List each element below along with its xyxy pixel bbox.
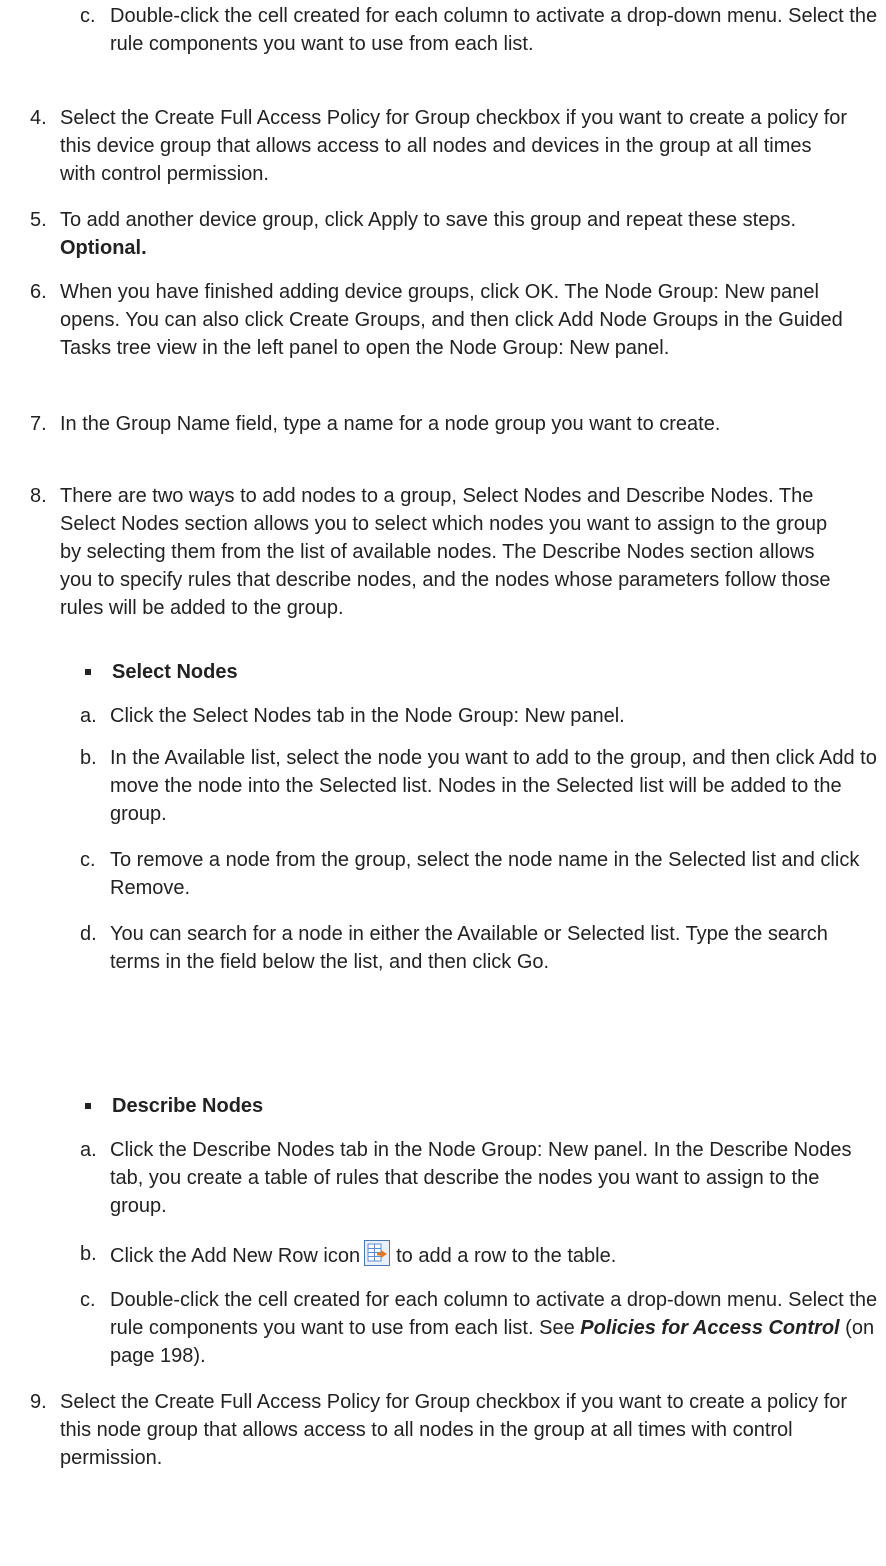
step-9-node-group-policy: 9. Select the Create Full Access Policy … xyxy=(30,1388,850,1472)
list-marker: 4. xyxy=(30,107,47,129)
bullet-square xyxy=(85,1103,91,1109)
step-8-add-nodes-ways: 8. There are two ways to add nodes to a … xyxy=(30,482,850,622)
list-marker: 8. xyxy=(30,485,47,507)
describe-step-b: b. Click the Add New Row icon to add a r… xyxy=(80,1240,880,1270)
list-marker: 9. xyxy=(30,1391,47,1413)
step-text: When you have finished adding device gro… xyxy=(60,281,843,359)
list-marker: 5. xyxy=(30,209,47,231)
step-text: Select the Create Full Access Policy for… xyxy=(60,107,848,185)
step-text: Select the Create Full Access Policy for… xyxy=(60,1391,848,1469)
step-text: To add another device group, click Apply… xyxy=(30,206,850,262)
list-marker: 7. xyxy=(30,413,47,435)
bullet-select-nodes: Select Nodes xyxy=(84,658,844,686)
list-marker: a. xyxy=(80,705,97,727)
step-text: Click the Select Nodes tab in the Node G… xyxy=(110,705,625,727)
list-marker: c. xyxy=(80,1289,96,1311)
list-marker: c. xyxy=(80,849,96,871)
step-text: To remove a node from the group, select … xyxy=(110,849,860,899)
bullet-describe-nodes: Describe Nodes xyxy=(84,1092,844,1120)
step-text-before-icon: Click the Add New Row icon xyxy=(110,1245,361,1267)
step-text: Click the Add New Row icon to add a row … xyxy=(80,1240,880,1270)
step-c-select-components: c. Double-click the cell created for eac… xyxy=(80,2,880,58)
step-text-after-icon: to add a row to the table. xyxy=(396,1245,617,1267)
step-4-full-access-policy: 4. Select the Create Full Access Policy … xyxy=(30,104,850,188)
select-step-a: a. Click the Select Nodes tab in the Nod… xyxy=(80,702,880,730)
step-6-finished-adding: 6. When you have finished adding device … xyxy=(30,278,850,362)
list-marker: d. xyxy=(80,923,97,945)
step-text: Double-click the cell created for each c… xyxy=(80,1286,880,1370)
select-step-c: c. To remove a node from the group, sele… xyxy=(80,846,880,902)
add-new-row-icon xyxy=(364,1240,391,1266)
describe-step-c: c. Double-click the cell created for eac… xyxy=(80,1286,880,1370)
list-marker: 6. xyxy=(30,281,47,303)
select-step-d: d. You can search for a node in either t… xyxy=(80,920,880,976)
step-text: There are two ways to add nodes to a gro… xyxy=(60,485,831,619)
list-marker: a. xyxy=(80,1139,97,1161)
step-text-body: To add another device group, click Apply… xyxy=(60,209,797,231)
step-text: In the Available list, select the node y… xyxy=(110,747,877,825)
list-marker: c. xyxy=(80,5,96,27)
bullet-heading: Describe Nodes xyxy=(112,1095,264,1117)
step-7-group-name: 7. In the Group Name field, type a name … xyxy=(30,410,850,438)
bullet-heading: Select Nodes xyxy=(112,661,238,683)
step-text: Click the Describe Nodes tab in the Node… xyxy=(110,1139,852,1217)
step-text: You can search for a node in either the … xyxy=(110,923,828,973)
step-5-add-another-group: 5. To add another device group, click Ap… xyxy=(30,206,850,262)
step-text: In the Group Name field, type a name for… xyxy=(60,413,721,435)
list-marker: b. xyxy=(80,747,97,769)
step-text: Double-click the cell created for each c… xyxy=(110,5,878,55)
policies-for-access-control-link[interactable]: Policies for Access Control xyxy=(580,1317,839,1339)
optional-label: Optional. xyxy=(60,237,147,259)
bullet-square xyxy=(85,669,91,675)
select-step-b: b. In the Available list, select the nod… xyxy=(80,744,880,828)
list-marker: b. xyxy=(80,1243,97,1265)
describe-step-a: a. Click the Describe Nodes tab in the N… xyxy=(80,1136,880,1220)
